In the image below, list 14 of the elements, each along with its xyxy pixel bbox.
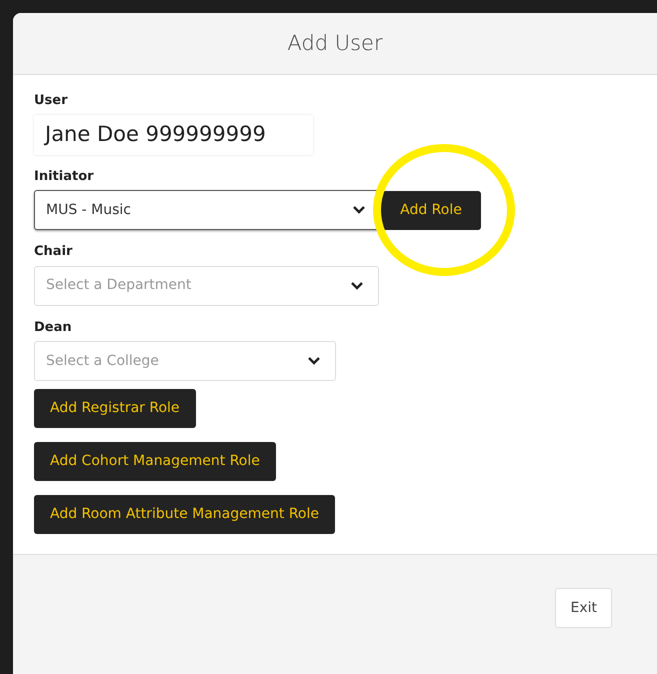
role-button[interactable]: Add Cohort Management Role xyxy=(34,442,276,481)
field-label: Chair xyxy=(34,243,72,261)
user-field[interactable]: Jane Doe 999999999 xyxy=(34,114,313,154)
field-label: Dean xyxy=(34,318,72,336)
add-role-button[interactable]: Add Role xyxy=(381,190,481,230)
role-button[interactable]: Add Room Attribute Management Role xyxy=(34,495,335,534)
modal-title: Add User xyxy=(287,30,383,57)
chevron-icon xyxy=(352,205,366,215)
field-label: Initiator xyxy=(34,168,94,186)
exit-button[interactable]: Exit xyxy=(555,588,612,628)
chevron-icon xyxy=(350,280,364,290)
role-button[interactable]: Add Registrar Role xyxy=(34,389,196,428)
chevron-icon xyxy=(307,356,321,366)
field-label: User xyxy=(34,92,68,110)
